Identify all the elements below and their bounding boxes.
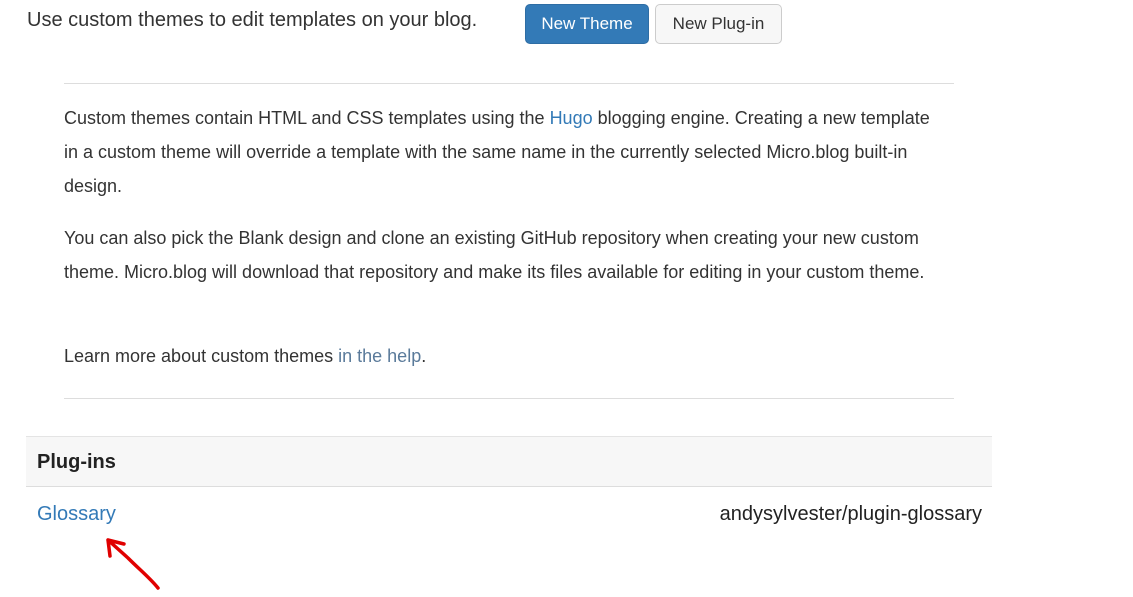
info-paragraph-help: Learn more about custom themes in the he… xyxy=(64,339,944,373)
plugin-link-glossary[interactable]: Glossary xyxy=(37,503,116,526)
info-paragraph-hugo: Custom themes contain HTML and CSS templ… xyxy=(64,101,944,203)
new-theme-button[interactable]: New Theme xyxy=(525,4,649,44)
divider xyxy=(64,398,954,399)
text: Custom themes contain HTML and CSS templ… xyxy=(64,108,550,128)
text: Learn more about custom themes xyxy=(64,346,339,366)
new-plugin-button[interactable]: New Plug-in xyxy=(655,4,782,44)
info-paragraph-github: You can also pick the Blank design and c… xyxy=(64,228,925,282)
plugin-repo: andysylvester/plugin-glossary xyxy=(719,503,982,525)
plugins-header: Plug-ins xyxy=(26,436,992,487)
help-link[interactable]: in the help xyxy=(338,346,421,366)
annotation-arrow-icon xyxy=(106,538,160,590)
divider xyxy=(64,83,954,84)
text: . xyxy=(421,346,427,366)
plugins-heading: Plug-ins xyxy=(37,451,116,473)
intro-text: Use custom themes to edit templates on y… xyxy=(27,9,478,31)
hugo-link[interactable]: Hugo xyxy=(550,108,593,128)
